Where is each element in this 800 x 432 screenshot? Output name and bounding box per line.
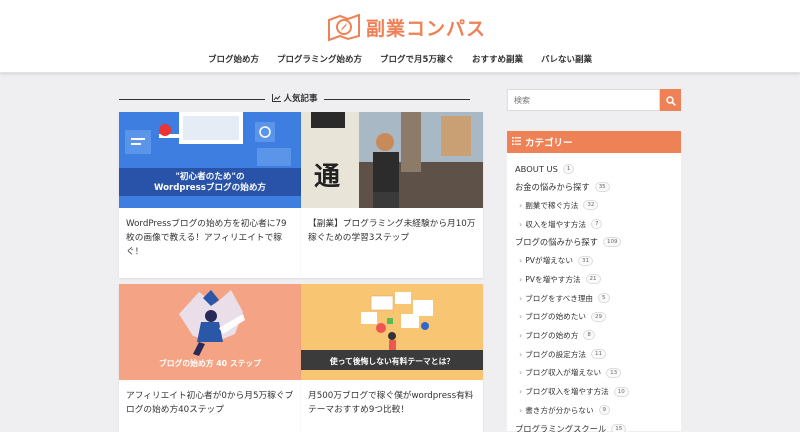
count-badge: 5 bbox=[598, 293, 610, 304]
subcategory-item[interactable]: › ブログの始め方 8 bbox=[515, 326, 681, 345]
subcategory-item[interactable]: › ブログ収入を増やす方法 10 bbox=[515, 382, 681, 401]
count-badge: 109 bbox=[602, 237, 622, 248]
chevron-right-icon: › bbox=[519, 256, 523, 266]
subcategory-item[interactable]: › ブログをすべき理由 5 bbox=[515, 289, 681, 308]
search-input[interactable] bbox=[507, 89, 660, 111]
trend-chart-icon bbox=[271, 94, 284, 104]
signboard-text: 通 bbox=[313, 162, 340, 192]
thumbnail-caption: "初心者のため"の Wordpressブログの始め方 bbox=[153, 172, 267, 193]
subcategory-item[interactable]: › 書き方が分からない 9 bbox=[515, 401, 681, 420]
search-button[interactable] bbox=[660, 89, 681, 111]
popular-posts-heading: 人気記事 bbox=[119, 92, 470, 106]
article-title[interactable]: アフィリエイト初心者が0から月5万稼ぐブログの始め方40ステップ bbox=[119, 380, 301, 417]
category-item[interactable]: ブログの悩みから探す 109 bbox=[515, 233, 681, 251]
chevron-right-icon: › bbox=[519, 330, 523, 340]
article-title[interactable]: 月500万ブログで稼ぐ僕がwordpress有料テーマおすすめ9つ比較！ bbox=[301, 380, 483, 417]
search-icon bbox=[665, 91, 676, 110]
chevron-right-icon: › bbox=[519, 405, 523, 415]
article-card[interactable]: "初心者のため"の Wordpressブログの始め方 WordPressブログの… bbox=[119, 112, 301, 278]
nav-item-secret-side-jobs[interactable]: バレない副業 bbox=[541, 53, 592, 65]
subcategory-item[interactable]: › ブログの設定方法 11 bbox=[515, 345, 681, 364]
global-nav: ブログ始め方 プログラミング始め方 ブログで月5万稼ぐ おすすめ副業 バレない副… bbox=[0, 53, 800, 65]
subcategory-item[interactable]: › ブログの始めたい 29 bbox=[515, 307, 681, 326]
category-widget: カテゴリー ABOUT US 1 お金の悩みから探す 35 › 副業で稼ぐ方法 32 ›… bbox=[507, 131, 681, 432]
count-badge: 15 bbox=[611, 423, 627, 432]
count-badge: 21 bbox=[585, 274, 601, 285]
site-logo[interactable]: 副業コンパス bbox=[326, 10, 486, 44]
subcategory-item[interactable]: › 収入を増やす方法 7 bbox=[515, 215, 681, 234]
chevron-right-icon: › bbox=[519, 293, 523, 303]
compass-icon bbox=[326, 12, 362, 42]
chevron-right-icon: › bbox=[519, 349, 523, 359]
category-item[interactable]: プログラミングスクール 15 bbox=[515, 420, 681, 432]
count-badge: 8 bbox=[583, 330, 595, 341]
article-card[interactable]: 使って後悔しない有料テーマとは？ 月500万ブログで稼ぐ僕がwordpress有… bbox=[301, 284, 483, 432]
count-badge: 31 bbox=[577, 255, 593, 266]
count-badge: 1 bbox=[562, 164, 575, 174]
nav-item-blog-start[interactable]: ブログ始め方 bbox=[208, 53, 259, 65]
category-heading: カテゴリー bbox=[525, 138, 573, 149]
site-header: 副業コンパス ブログ始め方 プログラミング始め方 ブログで月5万稼ぐ おすすめ副… bbox=[0, 0, 800, 73]
thumbnail-caption: ブログの始め方 40 ステップ bbox=[158, 359, 262, 368]
article-card[interactable]: ブログの始め方 40 ステップ アフィリエイト初心者が0から月5万稼ぐブログの始… bbox=[119, 284, 301, 432]
divider bbox=[119, 99, 265, 100]
article-title[interactable]: WordPressブログの始め方を初心者に79枚の画像で教える！アフィリエイトで… bbox=[119, 208, 301, 259]
article-thumbnail[interactable]: "初心者のため"の Wordpressブログの始め方 bbox=[119, 112, 301, 208]
chevron-right-icon: › bbox=[519, 219, 523, 229]
count-badge: 10 bbox=[613, 386, 629, 397]
subcategory-item[interactable]: › 副業で稼ぐ方法 32 bbox=[515, 196, 681, 215]
article-thumbnail[interactable]: 使って後悔しない有料テーマとは？ bbox=[301, 284, 483, 380]
chevron-right-icon: › bbox=[519, 200, 523, 210]
nav-item-programming-start[interactable]: プログラミング始め方 bbox=[277, 53, 362, 65]
search-form bbox=[507, 89, 681, 111]
list-icon bbox=[512, 136, 521, 148]
subcategory-item[interactable]: › PVが増えない 31 bbox=[515, 251, 681, 270]
nav-item-recommended-side-jobs[interactable]: おすすめ副業 bbox=[472, 53, 523, 65]
category-item[interactable]: ABOUT US 1 bbox=[515, 160, 681, 178]
category-widget-header: カテゴリー bbox=[507, 131, 681, 153]
count-badge: 9 bbox=[598, 405, 611, 416]
count-badge: 7 bbox=[590, 219, 603, 230]
article-title[interactable]: 【副業】プログラミング未経験から月10万稼ぐための学習3ステップ bbox=[301, 208, 483, 245]
article-card[interactable]: 通 【副業】プログラミング未経験から月10万稼ぐための学習3ステップ bbox=[301, 112, 483, 278]
subcategory-item[interactable]: › ブログ収入が増えない 13 bbox=[515, 364, 681, 383]
count-badge: 11 bbox=[590, 349, 606, 360]
chevron-right-icon: › bbox=[519, 312, 523, 322]
article-thumbnail[interactable]: ブログの始め方 40 ステップ bbox=[119, 284, 301, 380]
count-badge: 32 bbox=[583, 200, 599, 211]
category-item[interactable]: お金の悩みから探す 35 bbox=[515, 178, 681, 196]
chevron-right-icon: › bbox=[519, 274, 523, 284]
subcategory-item[interactable]: › PVを増やす方法 21 bbox=[515, 270, 681, 289]
divider bbox=[324, 99, 470, 100]
nav-item-blog-50k[interactable]: ブログで月5万稼ぐ bbox=[380, 53, 454, 65]
count-badge: 29 bbox=[590, 311, 606, 322]
chevron-right-icon: › bbox=[519, 368, 523, 378]
article-thumbnail[interactable]: 通 bbox=[301, 112, 483, 208]
chevron-right-icon: › bbox=[519, 387, 523, 397]
count-badge: 35 bbox=[594, 182, 610, 192]
category-list: ABOUT US 1 お金の悩みから探す 35 › 副業で稼ぐ方法 32 › 収入を増やす… bbox=[507, 153, 681, 432]
section-title: 人気記事 bbox=[283, 94, 318, 104]
thumbnail-caption: 使って後悔しない有料テーマとは？ bbox=[329, 357, 455, 366]
count-badge: 13 bbox=[606, 367, 622, 378]
logo-text: 副業コンパス bbox=[366, 17, 487, 40]
